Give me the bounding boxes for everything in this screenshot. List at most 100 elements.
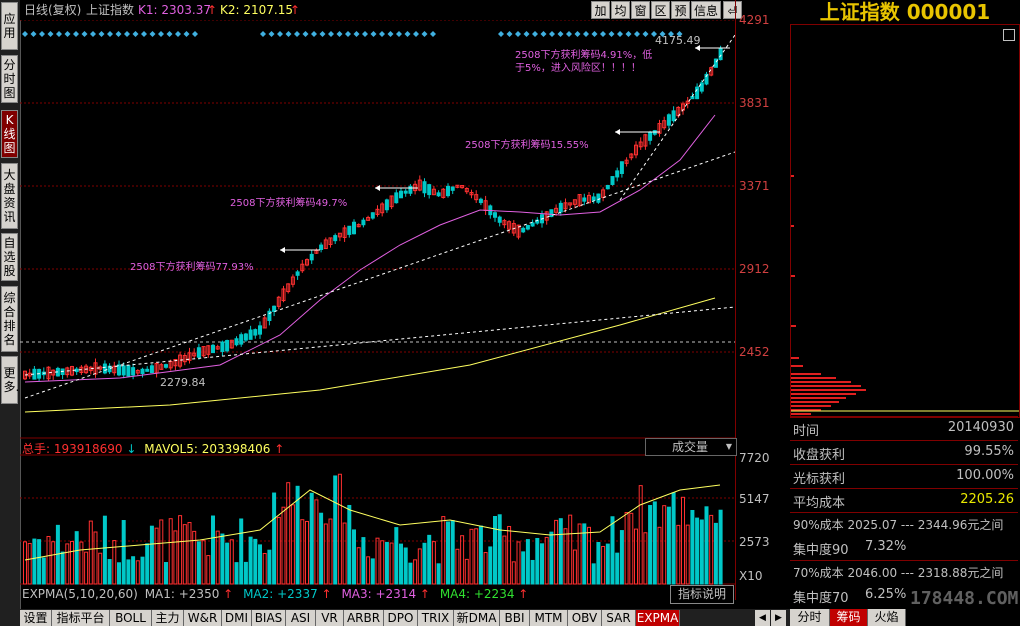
candle-body	[530, 222, 535, 227]
volume-bar	[446, 521, 450, 585]
volume-bar	[159, 519, 164, 585]
tab-dpo[interactable]: DPO	[384, 610, 418, 626]
volume-bar	[502, 535, 507, 585]
volume-bar	[32, 538, 37, 585]
volume-bar	[74, 531, 79, 585]
signal-diamond	[81, 31, 88, 37]
volume-bar	[149, 525, 154, 585]
tab-bbi[interactable]: BBI	[500, 610, 530, 626]
volume-bar	[258, 544, 262, 585]
nav-tab-watchlist[interactable]: 自选股	[1, 233, 18, 281]
tab-trix[interactable]: TRIX	[418, 610, 454, 626]
volume-bar	[79, 541, 84, 585]
volume-bar	[93, 531, 98, 585]
tab-设置[interactable]: 设置	[20, 610, 52, 626]
add-button[interactable]: 加	[591, 1, 610, 19]
volume-bar	[493, 516, 497, 585]
scroll-right-icon[interactable]: ▶	[771, 610, 786, 626]
volume-bar	[615, 552, 620, 585]
volume-bar	[370, 558, 375, 585]
nav-tab-more[interactable]: 更多.	[1, 356, 20, 404]
volume-bar	[309, 492, 314, 585]
candle-body	[427, 184, 432, 196]
k1-up-arrow: ↑	[207, 3, 218, 17]
tab-指标平台[interactable]: 指标平台	[52, 610, 110, 626]
signal-diamond	[413, 31, 419, 37]
tab-主力[interactable]: 主力	[152, 610, 184, 626]
info-row-cost70: 70%成本 2046.00 --- 2318.88元之间	[790, 560, 1018, 585]
tab-sar[interactable]: SAR	[602, 610, 636, 626]
tab-vr[interactable]: VR	[316, 610, 344, 626]
info-button[interactable]: 信息	[691, 1, 721, 19]
nav-tab-intraday[interactable]: 分时图	[1, 55, 18, 103]
volume-bar	[117, 562, 121, 585]
nav-tab-kline[interactable]: K线图	[1, 110, 18, 158]
tab-chips[interactable]: 筹码	[830, 609, 868, 626]
volume-bar	[666, 506, 671, 585]
signal-diamond	[319, 31, 326, 37]
chip-bar	[791, 175, 794, 177]
indicator-dropdown[interactable]: 成交量 ▼	[645, 438, 737, 456]
tab-boll[interactable]: BOLL	[110, 610, 152, 626]
candle-body	[117, 364, 121, 376]
signal-diamond	[430, 31, 436, 37]
tab-w&r[interactable]: W&R	[184, 610, 222, 626]
kline-chart[interactable]	[20, 20, 735, 609]
volume-bar	[337, 473, 342, 585]
volume-bar	[403, 547, 408, 585]
tab-dmi[interactable]: DMI	[222, 610, 252, 626]
volume-bar	[164, 562, 168, 585]
tab-arbr[interactable]: ARBR	[344, 610, 384, 626]
signal-diamond	[532, 31, 538, 37]
candle-body	[450, 186, 455, 191]
average-button[interactable]: 均	[611, 1, 630, 19]
candle-body	[394, 192, 399, 204]
info-value: 100.00%	[956, 468, 1014, 483]
volume-bar	[417, 548, 422, 585]
chip-bar	[791, 365, 803, 367]
volume-bar	[587, 526, 591, 585]
volume-bar	[681, 496, 685, 585]
volume-bar	[384, 541, 389, 585]
tab-asi[interactable]: ASI	[286, 610, 316, 626]
chip-bar	[791, 413, 811, 415]
tab-obv[interactable]: OBV	[568, 610, 602, 626]
nav-tab-market-news[interactable]: 大盘资讯	[1, 163, 18, 229]
scroll-left-icon[interactable]: ◀	[755, 610, 770, 626]
volume-bar	[713, 522, 718, 585]
volume-bar	[173, 530, 178, 585]
candle-body	[497, 216, 502, 223]
up-arrow: ↑	[518, 587, 529, 601]
signal-diamond	[370, 31, 377, 37]
info-label: 光标获利	[793, 472, 846, 487]
chip-bar	[791, 405, 831, 407]
volume-bar	[464, 558, 469, 585]
candle-body	[384, 199, 389, 211]
signal-diamond	[56, 31, 62, 37]
volume-bar	[380, 540, 385, 585]
forecast-button[interactable]: 预	[671, 1, 690, 19]
indicator-help-button[interactable]: 指标说明	[670, 585, 734, 604]
nav-tab-label: 更多.	[3, 366, 20, 394]
window-button[interactable]: 窗	[631, 1, 650, 19]
volume-bar	[192, 530, 197, 585]
range-button[interactable]: 区	[651, 1, 670, 19]
tab-bias[interactable]: BIAS	[252, 610, 286, 626]
nav-tab-ranking[interactable]: 综合排名	[1, 286, 18, 352]
index-name: 上证指数	[86, 3, 135, 17]
candle-body	[558, 202, 563, 213]
candle-body	[399, 190, 403, 199]
tab-expma[interactable]: EXPMA	[636, 610, 680, 626]
signal-diamond	[47, 31, 54, 37]
chip-chart[interactable]	[790, 24, 1020, 418]
tab-intraday[interactable]: 分时	[790, 609, 830, 626]
tab-新dma[interactable]: 新DMA	[454, 610, 500, 626]
price-tick: 3371	[739, 179, 770, 193]
tab-flame[interactable]: 火焰	[868, 609, 906, 626]
volume-bar	[662, 505, 667, 585]
tab-mtm[interactable]: MTM	[530, 610, 568, 626]
volume-bar	[347, 504, 352, 585]
volume-bar	[375, 537, 380, 585]
volume-bar	[342, 522, 347, 585]
nav-tab-apps[interactable]: 应用	[1, 2, 18, 50]
